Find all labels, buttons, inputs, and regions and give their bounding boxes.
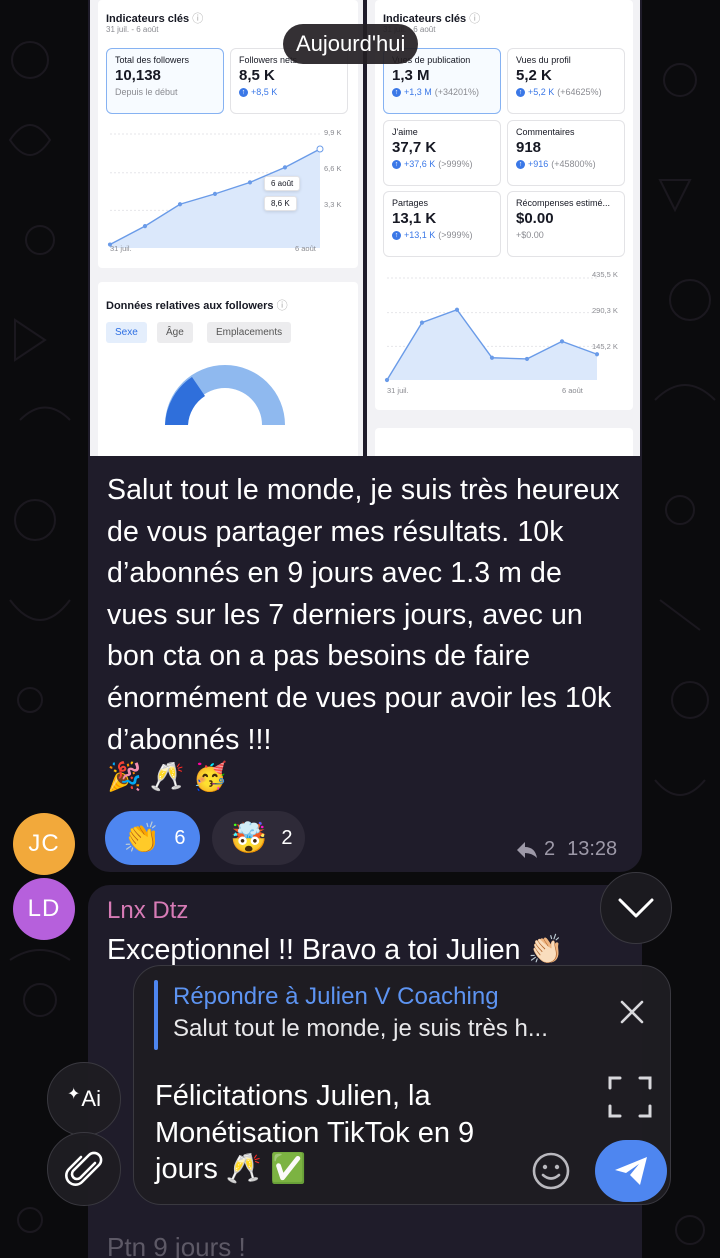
send-icon — [615, 1157, 647, 1185]
reaction-count: 2 — [281, 826, 293, 849]
data-point — [419, 320, 425, 325]
emoji-picker-icon[interactable] — [530, 1150, 572, 1192]
y-tick-label: 6,6 K — [324, 164, 342, 173]
attached-screenshots[interactable]: Indicateurs clés ⓘ 31 juil. - 6 août Tot… — [90, 0, 640, 456]
x-tick-label: 6 août — [295, 244, 316, 253]
reply-to-label: Répondre à Julien V Coaching — [173, 983, 499, 1010]
message-meta: 2 13:28 — [516, 838, 617, 861]
attach-button[interactable] — [47, 1132, 121, 1206]
screenshot-left[interactable]: Indicateurs clés ⓘ 31 juil. - 6 août Tot… — [90, 0, 363, 456]
y-tick-label: 9,9 K — [324, 128, 342, 137]
tile-shares[interactable]: Partages 13,1 K ↑ +13,1 K (>999%) — [383, 191, 501, 257]
scroll-down-button[interactable] — [600, 872, 672, 944]
paperclip-icon — [65, 1151, 103, 1186]
data-point — [177, 202, 183, 207]
tile-profile-views[interactable]: Vues du profil 5,2 K ↑ +5,2 K (+64625%) — [507, 48, 625, 114]
area-fill — [387, 309, 597, 380]
chevron-down-icon — [618, 898, 654, 918]
arrow-up-icon: ↑ — [392, 159, 401, 169]
tile-likes[interactable]: J'aime 37,7 K ↑ +37,6 K (>999%) — [383, 120, 501, 186]
data-point — [384, 377, 390, 383]
key-metrics-title: Indicateurs clés ⓘ — [106, 13, 204, 25]
send-button[interactable] — [595, 1140, 667, 1202]
avatar-jc[interactable]: JC — [13, 813, 75, 875]
reaction-count: 6 — [174, 826, 186, 849]
exploding-head-emoji: 🤯 — [230, 821, 268, 855]
next-card — [375, 428, 633, 456]
y-tick-label: 145,2 K — [592, 342, 618, 351]
expand-icon[interactable] — [608, 1076, 652, 1118]
reaction-clap[interactable]: 👏 6 — [105, 811, 200, 865]
y-tick-label: 290,3 K — [592, 306, 618, 315]
tile-total-followers[interactable]: Total des followers 10,138 Depuis le déb… — [106, 48, 224, 114]
x-tick-label: 6 août — [562, 386, 583, 395]
screenshot-right[interactable]: Indicateurs clés ⓘ 31 juil. - 6 août Vue… — [367, 0, 640, 456]
y-tick-label: 435,5 K — [592, 270, 618, 279]
message-text: Salut tout le monde, je suis très heureu… — [107, 474, 620, 756]
arrow-up-icon: ↑ — [516, 87, 525, 97]
partying-face-emoji: 🥳 — [192, 761, 228, 792]
data-point — [212, 191, 218, 196]
post-views-chart — [384, 277, 600, 383]
x-tick-label: 31 juil. — [387, 386, 409, 395]
tile-comments[interactable]: Commentaires 918 ↑ +916 (+45800%) — [507, 120, 625, 186]
ai-button[interactable]: ✦ Ai — [47, 1062, 121, 1136]
arrow-up-icon: ↑ — [239, 87, 248, 97]
cancel-reply-button[interactable] — [612, 992, 652, 1032]
reaction-mind-blown[interactable]: 🤯 2 — [212, 811, 305, 865]
reply-preview: Salut tout le monde, je suis très h... — [173, 1015, 548, 1042]
faded-message: Ptn 9 jours ! — [107, 1232, 246, 1258]
tile-estimated-rewards[interactable]: Récompenses estimé... $0.00 +$0.00 — [507, 191, 625, 257]
arrow-up-icon: ↑ — [392, 87, 401, 97]
message-emojis: 🎉 🥂 🥳 — [107, 760, 228, 793]
data-point — [489, 355, 495, 360]
data-point — [524, 356, 530, 362]
clapping-hands-emoji: 👏 — [123, 821, 161, 855]
tooltip-date: 6 août — [264, 176, 301, 191]
y-tick-label: 3,3 K — [324, 200, 342, 209]
data-point — [247, 180, 253, 185]
data-point — [142, 224, 148, 229]
sender-name[interactable]: Lnx Dtz — [107, 897, 188, 925]
tab-age[interactable]: Âge — [157, 322, 193, 343]
tab-locations[interactable]: Emplacements — [207, 322, 292, 343]
data-point — [282, 165, 288, 170]
followers-data-title: Données relatives aux followers ⓘ — [106, 300, 288, 312]
reply-accent-bar — [154, 980, 158, 1050]
sparkle-icon: ✦ — [67, 1086, 81, 1103]
data-point — [559, 339, 565, 344]
close-icon — [620, 1000, 644, 1024]
data-point — [594, 352, 600, 357]
avatar-ld[interactable]: LD — [13, 878, 75, 940]
reply-arrow-icon — [517, 841, 537, 858]
arrow-up-icon: ↑ — [392, 230, 401, 240]
data-point — [316, 145, 324, 153]
key-metrics-date: 31 juil. - 6 août — [106, 25, 159, 34]
data-point — [454, 307, 460, 312]
replies-indicator[interactable]: 2 — [516, 838, 555, 861]
party-popper-emoji: 🎉 — [107, 761, 142, 792]
tooltip-value: 8,6 K — [264, 196, 297, 211]
date-separator: Aujourd'hui — [283, 24, 419, 64]
gender-donut-chart — [165, 365, 285, 425]
arrow-up-icon: ↑ — [516, 159, 525, 169]
clinking-glasses-emoji: 🥂 — [149, 761, 185, 792]
message-input[interactable]: Félicitations Julien, la Monétisation Ti… — [155, 1078, 535, 1188]
x-tick-label: 31 juil. — [110, 244, 132, 253]
tab-gender[interactable]: Sexe — [106, 322, 147, 343]
message-time: 13:28 — [567, 838, 618, 860]
